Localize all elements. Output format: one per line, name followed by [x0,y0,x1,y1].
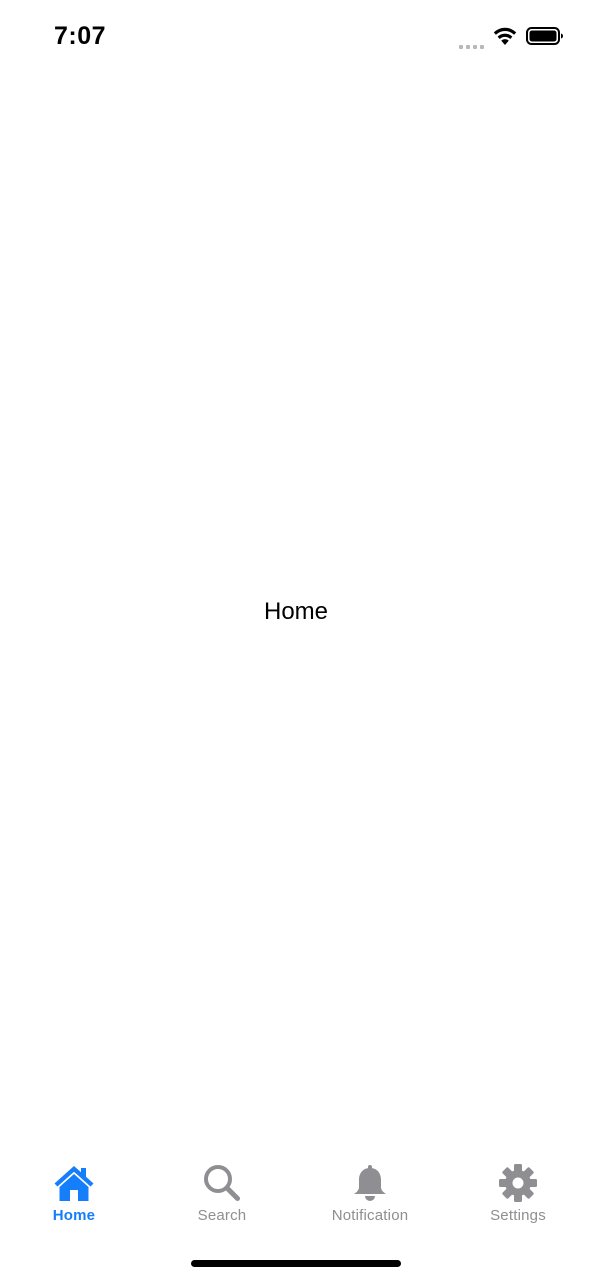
battery-icon [526,26,564,51]
tab-home[interactable]: Home [0,1148,148,1238]
status-bar: 7:07 [0,0,592,76]
home-icon [52,1162,96,1204]
bell-icon [348,1162,392,1204]
tab-bar: Home Search Notification Settings [0,1148,592,1238]
tab-notification[interactable]: Notification [296,1148,444,1238]
tab-search-label: Search [197,1207,247,1224]
search-icon [200,1162,244,1204]
tab-search[interactable]: Search [148,1148,296,1238]
status-time: 7:07 [54,22,107,50]
app-screen: 7:07 Home Home Search Notification Setti… [0,0,592,1280]
home-indicator[interactable] [191,1260,401,1267]
status-indicators [459,24,564,52]
wifi-icon [492,26,518,51]
tab-home-label: Home [52,1207,96,1224]
tab-notification-label: Notification [331,1207,409,1224]
cellular-signal-icon [459,35,484,49]
tab-settings[interactable]: Settings [444,1148,592,1238]
gear-icon [496,1162,540,1204]
page-title: Home [263,598,329,625]
tab-settings-label: Settings [490,1207,546,1224]
